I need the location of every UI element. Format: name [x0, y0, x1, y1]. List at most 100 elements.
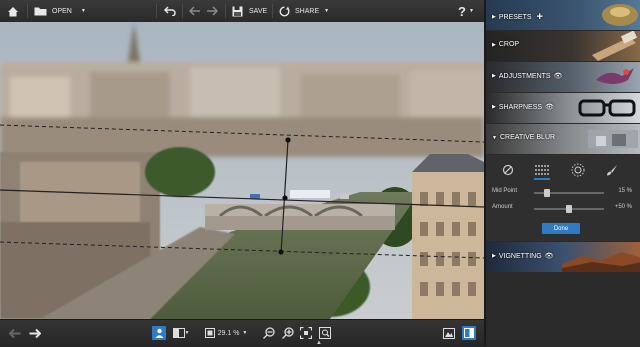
no-blur-icon	[502, 164, 514, 176]
amount-slider-knob[interactable]	[566, 205, 572, 213]
panel-toggle-button[interactable]	[462, 326, 476, 340]
tilt-shift-icon	[535, 165, 549, 175]
zoom-dropdown[interactable]: 29.1 % ▼	[202, 326, 250, 340]
adjustments-label: ADJUSTMENTS	[498, 72, 551, 80]
creative-blur-thumbnail	[588, 130, 638, 148]
amount-slider[interactable]	[534, 205, 604, 213]
person-icon	[155, 328, 163, 338]
next-image-button[interactable]	[28, 326, 42, 340]
panel-presets[interactable]: ▶ PRESETS +	[486, 0, 640, 30]
eye-icon[interactable]: 👁	[554, 72, 563, 80]
presets-thumbnail	[602, 4, 638, 26]
vignetting-thumbnail	[562, 252, 640, 272]
arrow-right-icon	[29, 328, 41, 338]
open-button[interactable]: OPEN ▼	[34, 2, 86, 20]
brush-icon	[607, 165, 617, 176]
chevron-down-icon: ▼	[242, 330, 248, 336]
panel-empty-area	[486, 273, 640, 346]
chevron-right-icon: ▶	[492, 104, 496, 110]
sharpness-label: SHARPNESS	[498, 103, 543, 111]
blur-off-button[interactable]	[500, 162, 516, 178]
adjustments-thumbnail	[596, 68, 634, 84]
undo-icon	[164, 6, 176, 16]
creative-blur-settings: Mid Point 15 % Amount +50 % Done	[486, 155, 640, 241]
amount-slider-row: Amount +50 %	[492, 204, 636, 214]
radial-blur-button[interactable]	[570, 162, 586, 178]
home-button[interactable]	[7, 2, 21, 20]
chevron-right-icon: ▶	[492, 73, 496, 79]
panel-crop[interactable]: ▶ CROP	[486, 31, 640, 61]
panel-creative-blur[interactable]: ▼ CREATIVE BLUR	[486, 124, 640, 154]
arrow-left-icon	[9, 328, 21, 338]
blur-rotate-handle[interactable]	[285, 137, 291, 143]
chevron-down-icon: ▼	[324, 8, 330, 14]
side-panel-icon	[464, 328, 474, 338]
open-label: OPEN	[52, 7, 72, 15]
save-label: SAVE	[249, 7, 268, 15]
fit-to-screen-button[interactable]	[299, 326, 313, 340]
histogram-button[interactable]	[442, 326, 456, 340]
help-label: ?	[458, 3, 466, 19]
home-icon	[8, 6, 18, 16]
image-canvas[interactable]	[0, 22, 484, 319]
crop-thumbnail	[592, 31, 638, 61]
eye-icon[interactable]: 👁	[545, 252, 554, 260]
bottom-toolbar: ▼ 29.1 % ▼ ▲	[0, 319, 484, 347]
eye-icon[interactable]: 👁	[545, 103, 554, 111]
compare-view-button[interactable]: ▼	[171, 326, 191, 340]
midpoint-slider[interactable]	[534, 189, 604, 197]
chevron-down-icon: ▼	[184, 330, 190, 336]
frame-icon	[204, 328, 215, 338]
plus-icon[interactable]: +	[537, 11, 543, 23]
chevron-down-icon: ▼	[468, 8, 474, 14]
vignetting-label: VIGNETTING	[498, 252, 542, 260]
arrow-back-icon	[189, 6, 200, 16]
zoom-actual-size-icon	[319, 327, 331, 339]
split-view-icon	[172, 328, 185, 338]
midpoint-slider-knob[interactable]	[543, 189, 550, 197]
blur-center-handle[interactable]	[282, 195, 288, 201]
actual-size-button[interactable]	[318, 326, 332, 340]
blur-width-handle[interactable]	[278, 249, 284, 255]
previous-image-button[interactable]	[8, 326, 22, 340]
chevron-right-icon: ▶	[492, 14, 496, 20]
crop-label: CROP	[498, 41, 520, 48]
share-label: SHARE	[295, 7, 320, 15]
zoom-in-button[interactable]	[281, 326, 295, 340]
undo-button[interactable]	[164, 2, 176, 20]
collapse-bar-icon[interactable]: ▲	[316, 340, 322, 346]
image-info-icon	[443, 327, 455, 339]
chevron-right-icon: ▶	[492, 253, 496, 259]
zoom-in-icon	[282, 327, 294, 339]
forward-button[interactable]	[206, 2, 218, 20]
panel-adjustments[interactable]: ▶ ADJUSTMENTS 👁	[486, 62, 640, 92]
folder-icon	[34, 7, 47, 16]
amount-label: Amount	[492, 204, 513, 210]
creative-blur-label: CREATIVE BLUR	[499, 134, 556, 141]
help-button[interactable]: ? ▼	[458, 2, 474, 20]
radial-blur-icon	[571, 163, 585, 177]
zoom-value: 29.1 %	[217, 329, 240, 337]
panel-vignetting[interactable]: ▶ VIGNETTING 👁	[486, 242, 640, 272]
back-button[interactable]	[189, 2, 201, 20]
save-button[interactable]: SAVE	[232, 2, 267, 20]
brush-blur-button[interactable]	[604, 162, 620, 178]
presets-label: PRESETS	[498, 13, 532, 21]
chevron-right-icon: ▶	[492, 41, 496, 48]
midpoint-label: Mid Point	[492, 188, 518, 194]
amount-value: +50 %	[614, 204, 632, 210]
tilt-shift-button[interactable]	[534, 162, 550, 180]
sharpness-thumbnail	[578, 99, 636, 117]
share-button[interactable]: SHARE ▼	[279, 2, 329, 20]
zoom-out-icon	[263, 327, 275, 339]
zoom-out-button[interactable]	[262, 326, 276, 340]
single-view-button[interactable]	[152, 326, 166, 340]
share-icon	[279, 5, 290, 17]
arrow-forward-icon	[207, 6, 218, 16]
chevron-down-icon: ▼	[492, 134, 497, 141]
panel-sharpness[interactable]: ▶ SHARPNESS 👁	[486, 93, 640, 123]
fit-screen-icon	[300, 327, 312, 339]
top-toolbar: OPEN ▼ SAVE SHARE ▼ ? ▼	[0, 0, 484, 23]
done-button[interactable]: Done	[542, 223, 580, 234]
midpoint-value: 15 %	[618, 188, 632, 194]
